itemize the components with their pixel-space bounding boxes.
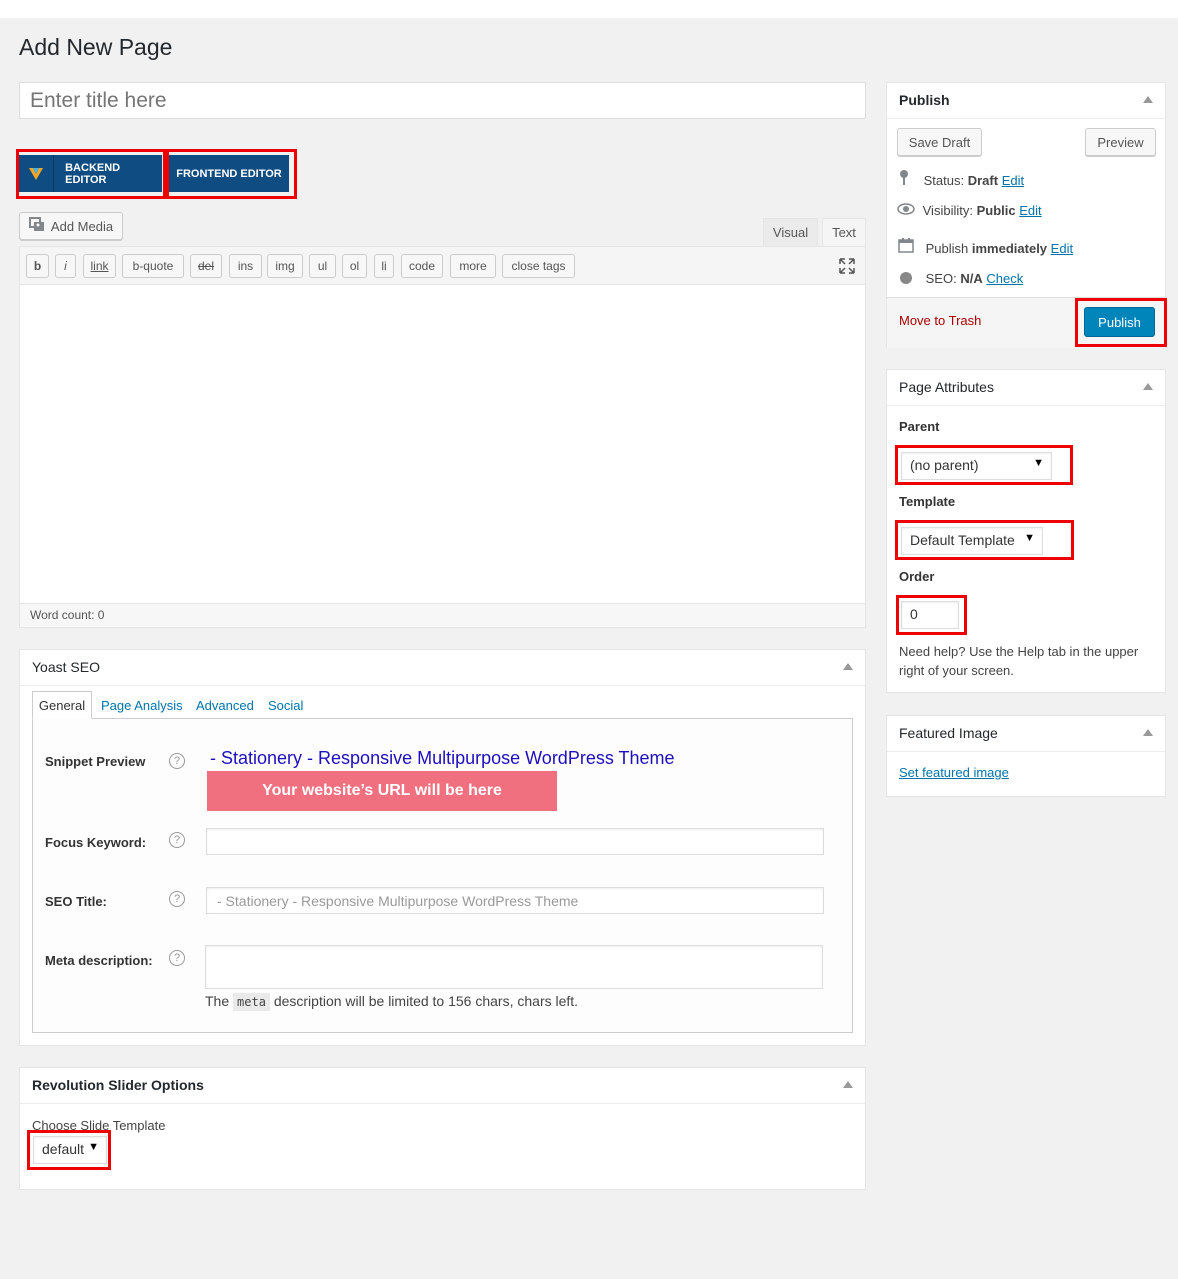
- visibility-value: Public: [976, 203, 1016, 218]
- help-icon[interactable]: ?: [169, 832, 185, 848]
- media-icon: [28, 217, 45, 235]
- collapse-arrow-icon[interactable]: [1143, 729, 1153, 736]
- yoast-title: Yoast SEO: [32, 659, 100, 675]
- visibility-label: Visibility:: [922, 203, 973, 218]
- attributes-help-text: Need help? Use the Help tab in the upper…: [899, 644, 1139, 678]
- featured-image-box: Featured Image: [886, 715, 1166, 797]
- seo-label: SEO:: [925, 271, 957, 286]
- highlight-template: [895, 520, 1074, 560]
- status-row: Status: Draft Edit: [899, 169, 1024, 188]
- publish-header[interactable]: Publish: [887, 83, 1165, 119]
- collapse-arrow-icon[interactable]: [843, 1081, 853, 1088]
- add-media-label: Add Media: [50, 218, 114, 234]
- order-label: Order: [899, 569, 935, 584]
- fullscreen-icon[interactable]: [839, 258, 855, 277]
- parent-label: Parent: [899, 419, 940, 434]
- publish-label: Publish: [925, 241, 969, 256]
- featured-image-header[interactable]: Featured Image: [887, 716, 1165, 752]
- collapse-arrow-icon[interactable]: [1143, 96, 1153, 103]
- status-label: Status:: [923, 173, 965, 188]
- tab-text[interactable]: Text: [822, 218, 866, 246]
- pin-icon: [899, 169, 913, 188]
- yoast-tab-page-analysis[interactable]: Page Analysis: [101, 691, 183, 719]
- edit-visibility-link[interactable]: Edit: [1019, 203, 1041, 218]
- meta-code: meta: [233, 993, 270, 1011]
- revslider-header[interactable]: Revolution Slider Options: [20, 1068, 865, 1104]
- snippet-title: - Stationery - Responsive Multipurpose W…: [210, 748, 675, 768]
- highlight-backend: [16, 149, 166, 199]
- yoast-header[interactable]: Yoast SEO: [20, 650, 865, 686]
- seo-value: N/A: [960, 271, 983, 286]
- word-count: Word count: 0: [20, 603, 865, 627]
- tab-visual[interactable]: Visual: [763, 218, 818, 246]
- eye-icon: [897, 203, 915, 218]
- add-media-button[interactable]: Add Media: [19, 212, 123, 240]
- title-input[interactable]: [19, 82, 866, 119]
- save-draft-button[interactable]: Save Draft: [897, 128, 982, 156]
- meta-note: The meta description will be limited to …: [205, 993, 579, 1011]
- snippet-preview-label: Snippet Preview: [45, 754, 146, 769]
- highlight-parent: [895, 445, 1073, 485]
- move-to-trash-link[interactable]: Move to Trash: [899, 313, 981, 328]
- yoast-tab-general[interactable]: General: [32, 691, 92, 719]
- seo-dot-icon: [900, 272, 912, 284]
- set-featured-image-link[interactable]: Set featured image: [899, 765, 1009, 780]
- yoast-tab-advanced[interactable]: Advanced: [196, 691, 254, 719]
- editor-area[interactable]: b i link b-quote del ins img ul ol li co…: [19, 246, 866, 628]
- yoast-tab-social[interactable]: Social: [268, 691, 303, 719]
- qt-ul[interactable]: ul: [309, 254, 336, 278]
- qt-ins[interactable]: ins: [229, 254, 262, 278]
- publish-date-row: Publish immediately Edit: [898, 237, 1073, 256]
- seo-title-input[interactable]: - Stationery - Responsive Multipurpose W…: [206, 887, 824, 914]
- featured-image-title: Featured Image: [899, 725, 998, 741]
- qt-italic[interactable]: i: [55, 254, 76, 278]
- qt-code[interactable]: code: [401, 254, 443, 278]
- qt-ol[interactable]: ol: [342, 254, 367, 278]
- seo-title-label: SEO Title:: [45, 894, 107, 909]
- collapse-arrow-icon[interactable]: [843, 663, 853, 670]
- publish-value: immediately: [971, 241, 1048, 256]
- revslider-title: Revolution Slider Options: [32, 1077, 204, 1093]
- status-value: Draft: [967, 173, 999, 188]
- publish-title: Publish: [899, 92, 950, 108]
- focus-keyword-input[interactable]: [206, 828, 824, 855]
- qt-close-tags[interactable]: close tags: [502, 254, 575, 278]
- edit-date-link[interactable]: Edit: [1051, 241, 1073, 256]
- focus-keyword-label: Focus Keyword:: [45, 835, 147, 850]
- help-icon[interactable]: ?: [169, 950, 185, 966]
- page-attributes-header[interactable]: Page Attributes: [887, 370, 1165, 406]
- meta-description-label: Meta description:: [45, 953, 153, 968]
- collapse-arrow-icon[interactable]: [1143, 383, 1153, 390]
- highlight-publish: [1075, 298, 1167, 347]
- meta-note-post: description will be limited to 156 chars…: [273, 993, 579, 1009]
- page-title: Add New Page: [19, 34, 173, 60]
- highlight-frontend: [166, 149, 297, 199]
- highlight-order: [896, 595, 967, 635]
- page-attributes-title: Page Attributes: [899, 379, 994, 395]
- visibility-row: Visibility: Public Edit: [897, 203, 1042, 218]
- meta-note-pre: The: [205, 993, 230, 1009]
- qt-img[interactable]: img: [267, 254, 303, 278]
- highlight-slide-template: [27, 1130, 111, 1170]
- snippet-url-bar: Your website’s URL will be here: [207, 771, 557, 811]
- qt-del[interactable]: del: [190, 254, 222, 278]
- qt-bold[interactable]: b: [26, 254, 49, 278]
- seo-row: SEO: N/A Check: [900, 271, 1023, 286]
- seo-check-link[interactable]: Check: [986, 271, 1023, 286]
- edit-status-link[interactable]: Edit: [1002, 173, 1024, 188]
- qt-bquote[interactable]: b-quote: [122, 254, 184, 278]
- qt-more[interactable]: more: [450, 254, 496, 278]
- qt-li[interactable]: li: [374, 254, 394, 278]
- template-label: Template: [899, 494, 956, 509]
- admin-top-strip: [0, 0, 1178, 18]
- help-icon[interactable]: ?: [169, 891, 185, 907]
- preview-button[interactable]: Preview: [1085, 128, 1156, 156]
- calendar-icon: [898, 237, 914, 256]
- quicktags-toolbar: b i link b-quote del ins img ul ol li co…: [20, 247, 865, 285]
- help-icon[interactable]: ?: [169, 753, 185, 769]
- meta-description-textarea[interactable]: [205, 945, 823, 989]
- qt-link[interactable]: link: [83, 254, 116, 278]
